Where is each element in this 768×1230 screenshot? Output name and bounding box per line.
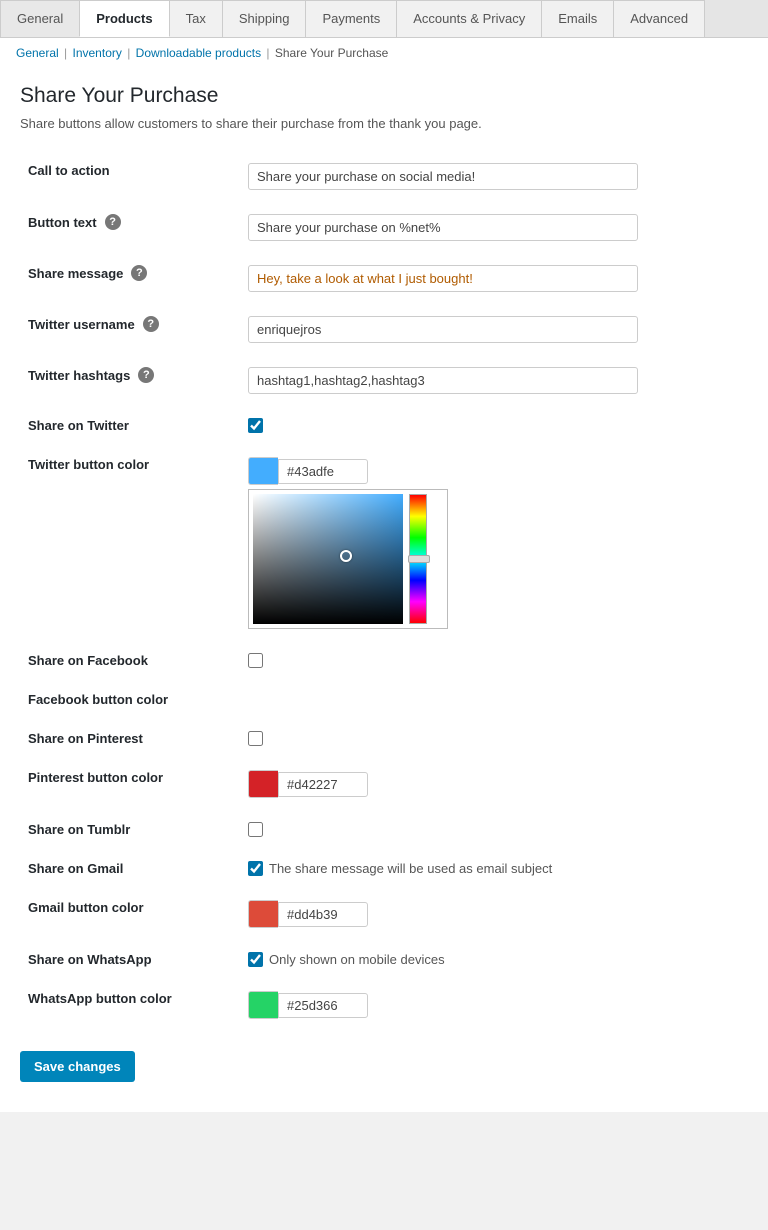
row-twitter-button-color: Twitter button color (20, 445, 748, 641)
row-facebook-button-color: Facebook button color (20, 680, 748, 719)
whatsapp-button-color-label: WhatsApp button color (28, 991, 172, 1006)
row-share-twitter: Share on Twitter (20, 406, 748, 445)
share-gmail-checkbox[interactable] (248, 861, 263, 876)
row-pinterest-button-color: Pinterest button color (20, 758, 748, 810)
breadcrumb-inventory[interactable]: Inventory (73, 46, 122, 60)
breadcrumb-downloadable[interactable]: Downloadable products (136, 46, 261, 60)
twitter-username-help-icon[interactable]: ? (143, 316, 159, 332)
share-message-label: Share message (28, 266, 123, 281)
share-whatsapp-checkbox-wrap: Only shown on mobile devices (248, 952, 740, 967)
gmail-color-swatch[interactable] (248, 900, 278, 928)
page-content: Share Your Purchase Share buttons allow … (0, 68, 768, 1112)
twitter-color-picker-container (248, 457, 740, 629)
twitter-hashtags-help-icon[interactable]: ? (138, 367, 154, 383)
row-whatsapp-button-color: WhatsApp button color (20, 979, 748, 1031)
share-message-input[interactable] (248, 265, 638, 292)
twitter-hashtags-label: Twitter hashtags (28, 368, 130, 383)
whatsapp-color-swatch[interactable] (248, 991, 278, 1019)
share-gmail-note: The share message will be used as email … (269, 861, 552, 876)
twitter-color-swatch-row (248, 457, 740, 485)
row-share-whatsapp: Share on WhatsApp Only shown on mobile d… (20, 940, 748, 979)
gmail-color-hex-input[interactable] (278, 902, 368, 927)
twitter-username-input[interactable] (248, 316, 638, 343)
twitter-color-spectrum[interactable] (409, 494, 427, 624)
pinterest-button-color-label: Pinterest button color (28, 770, 163, 785)
page-description: Share buttons allow customers to share t… (20, 116, 748, 131)
breadcrumb-general[interactable]: General (16, 46, 59, 60)
share-pinterest-checkbox[interactable] (248, 731, 263, 746)
share-twitter-label: Share on Twitter (28, 418, 129, 433)
share-whatsapp-note: Only shown on mobile devices (269, 952, 445, 967)
row-twitter-username: Twitter username ? (20, 304, 748, 355)
twitter-button-color-label: Twitter button color (28, 457, 149, 472)
share-message-help-icon[interactable]: ? (131, 265, 147, 281)
gmail-color-swatch-row (248, 900, 740, 928)
share-pinterest-label: Share on Pinterest (28, 731, 143, 746)
share-gmail-checkbox-wrap: The share message will be used as email … (248, 861, 740, 876)
share-tumblr-label: Share on Tumblr (28, 822, 130, 837)
gmail-button-color-label: Gmail button color (28, 900, 144, 915)
tab-emails[interactable]: Emails (541, 0, 614, 37)
share-facebook-checkbox[interactable] (248, 653, 263, 668)
pinterest-color-hex-input[interactable] (278, 772, 368, 797)
row-share-facebook: Share on Facebook (20, 641, 748, 680)
settings-form: Call to action Button text ? (20, 151, 748, 1031)
twitter-color-hex-input[interactable] (278, 459, 368, 484)
share-twitter-checkbox-wrap (248, 418, 740, 433)
row-share-pinterest: Share on Pinterest (20, 719, 748, 758)
share-whatsapp-label: Share on WhatsApp (28, 952, 152, 967)
row-button-text: Button text ? (20, 202, 748, 253)
row-twitter-hashtags: Twitter hashtags ? (20, 355, 748, 406)
call-to-action-label: Call to action (28, 163, 110, 178)
share-facebook-label: Share on Facebook (28, 653, 148, 668)
save-button[interactable]: Save changes (20, 1051, 135, 1082)
button-text-input[interactable] (248, 214, 638, 241)
call-to-action-input[interactable] (248, 163, 638, 190)
row-call-to-action: Call to action (20, 151, 748, 202)
button-text-help-icon[interactable]: ? (105, 214, 121, 230)
row-share-gmail: Share on Gmail The share message will be… (20, 849, 748, 888)
breadcrumb: General | Inventory | Downloadable produ… (0, 38, 768, 68)
pinterest-color-swatch-row (248, 770, 740, 798)
tab-products[interactable]: Products (79, 0, 169, 37)
twitter-color-picker-box (248, 489, 448, 629)
tab-bar: General Products Tax Shipping Payments A… (0, 0, 768, 38)
whatsapp-color-swatch-row (248, 991, 740, 1019)
twitter-gradient-handle[interactable] (340, 550, 352, 562)
row-share-message: Share message ? (20, 253, 748, 304)
whatsapp-color-hex-input[interactable] (278, 993, 368, 1018)
twitter-color-picker-popup (248, 489, 448, 629)
tab-general[interactable]: General (0, 0, 80, 37)
row-share-tumblr: Share on Tumblr (20, 810, 748, 849)
share-pinterest-checkbox-wrap (248, 731, 740, 746)
tab-tax[interactable]: Tax (169, 0, 223, 37)
twitter-username-label: Twitter username (28, 317, 135, 332)
button-text-label: Button text (28, 215, 97, 230)
tab-payments[interactable]: Payments (305, 0, 397, 37)
share-gmail-label: Share on Gmail (28, 861, 123, 876)
share-twitter-checkbox[interactable] (248, 418, 263, 433)
tab-shipping[interactable]: Shipping (222, 0, 307, 37)
twitter-spectrum-handle[interactable] (408, 555, 430, 563)
row-gmail-button-color: Gmail button color (20, 888, 748, 940)
pinterest-color-swatch[interactable] (248, 770, 278, 798)
tab-accounts-privacy[interactable]: Accounts & Privacy (396, 0, 542, 37)
share-whatsapp-checkbox[interactable] (248, 952, 263, 967)
share-facebook-checkbox-wrap (248, 653, 740, 668)
twitter-hashtags-input[interactable] (248, 367, 638, 394)
facebook-button-color-label: Facebook button color (28, 692, 168, 707)
breadcrumb-current: Share Your Purchase (275, 46, 388, 60)
page-title: Share Your Purchase (20, 84, 748, 108)
twitter-color-swatch[interactable] (248, 457, 278, 485)
twitter-color-gradient[interactable] (253, 494, 403, 624)
share-tumblr-checkbox[interactable] (248, 822, 263, 837)
share-tumblr-checkbox-wrap (248, 822, 740, 837)
tab-advanced[interactable]: Advanced (613, 0, 705, 37)
